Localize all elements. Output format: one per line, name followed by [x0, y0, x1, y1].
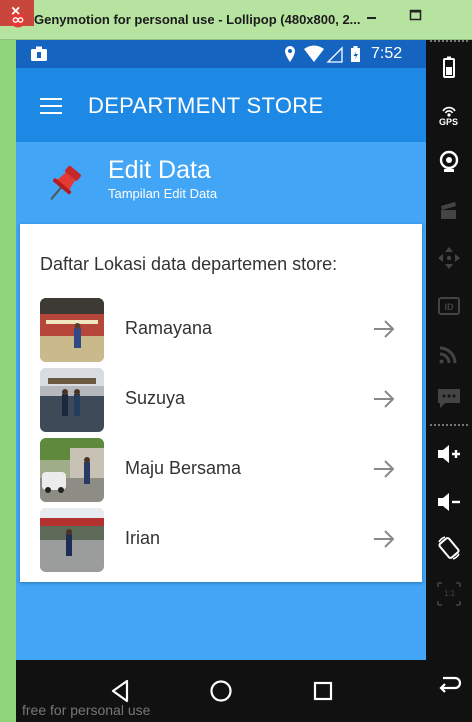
status-bar: 7:52: [16, 40, 426, 68]
pixel-perfect-label: 1:1: [444, 589, 456, 598]
app-title: DEPARTMENT STORE: [88, 93, 324, 118]
list-item-label: Maju Bersama: [125, 458, 242, 478]
toolbar-divider: [430, 424, 468, 426]
svg-text:ID: ID: [445, 302, 455, 312]
status-icons: [285, 45, 360, 63]
arrow-right-icon: [374, 320, 395, 338]
window-titlebar: Genymotion for personal use - Lollipop (…: [0, 0, 472, 40]
dpad-icon[interactable]: [435, 244, 463, 272]
list-item-label: Suzuya: [125, 388, 186, 408]
recents-square-icon[interactable]: [308, 676, 338, 706]
emulator-toolbar: GPS ID 1:1: [426, 40, 472, 722]
volume-up-icon[interactable]: [435, 440, 463, 468]
store-thumbnail-image: [40, 368, 104, 432]
notification-icon: [31, 46, 47, 61]
toolbar-divider: [430, 40, 468, 42]
store-thumbnail-image: [40, 438, 104, 502]
pushpin-icon: [50, 165, 81, 200]
list-item-irian[interactable]: Irian: [20, 506, 422, 574]
app-bar: DEPARTMENT STORE: [16, 68, 426, 142]
list-title: Daftar Lokasi data departemen store:: [40, 254, 338, 274]
list-item-label: Ramayana: [125, 318, 213, 338]
list-item-ramayana[interactable]: Ramayana: [20, 296, 422, 364]
store-thumbnail-image: [40, 298, 104, 362]
android-screen: 7:52 DEPARTMENT STORE Edit Data Tampilan…: [16, 40, 426, 722]
home-circle-icon[interactable]: [206, 676, 236, 706]
webcam-icon[interactable]: [435, 148, 463, 176]
volume-down-icon[interactable]: [435, 488, 463, 516]
list-item-suzuya[interactable]: Suzuya: [20, 366, 422, 434]
wifi-icon: [304, 45, 324, 62]
arrow-right-icon: [374, 390, 395, 408]
device-frame-left: [0, 40, 16, 722]
navigation-bar: free for personal use: [16, 660, 426, 722]
maximize-button[interactable]: [402, 6, 430, 26]
gps-label: GPS: [439, 117, 459, 127]
rotate-icon[interactable]: [435, 534, 463, 562]
maximize-icon: [409, 9, 422, 21]
gps-icon: [442, 106, 456, 117]
sms-icon[interactable]: [435, 384, 463, 412]
header-title: Edit Data: [108, 156, 211, 184]
network-icon[interactable]: [435, 340, 463, 368]
window-title: Genymotion for personal use - Lollipop (…: [34, 12, 361, 27]
minimize-icon: [367, 17, 376, 19]
watermark-text: free for personal use: [22, 702, 151, 718]
minimize-button[interactable]: [358, 6, 386, 26]
store-list-card: Daftar Lokasi data departemen store: Ram…: [20, 224, 422, 582]
battery-icon: [351, 46, 360, 62]
gps-button[interactable]: GPS: [435, 102, 463, 138]
store-thumbnail-image: [40, 508, 104, 572]
pixel-perfect-button[interactable]: 1:1: [435, 580, 463, 608]
arrow-right-icon: [374, 460, 395, 478]
header-subtitle: Tampilan Edit Data: [108, 186, 218, 201]
status-time: 7:52: [371, 45, 403, 62]
hamburger-menu-icon[interactable]: [40, 98, 62, 114]
device-id-icon[interactable]: ID: [435, 292, 463, 320]
signal-icon: [326, 46, 343, 63]
close-icon: ×: [11, 3, 21, 20]
android-back-icon[interactable]: [435, 670, 463, 698]
list-item-label: Irian: [125, 528, 161, 548]
main-content: Edit Data Tampilan Edit Data Daftar Loka…: [16, 142, 426, 660]
screencast-icon[interactable]: [435, 196, 463, 224]
battery-icon[interactable]: [435, 54, 463, 82]
arrow-right-icon: [374, 530, 395, 548]
location-icon: [285, 46, 295, 62]
list-item-maju-bersama[interactable]: Maju Bersama: [20, 436, 422, 504]
